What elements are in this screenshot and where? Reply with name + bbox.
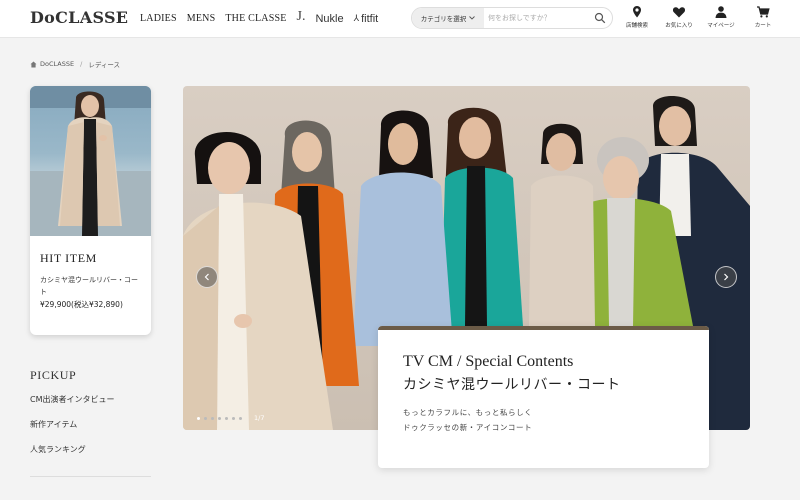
store-search-button[interactable]: 店舗検索 [620,5,654,29]
chevron-down-icon [469,16,476,20]
fitfit-mark-icon: ⅄ [353,13,360,23]
breadcrumb-home[interactable]: DoCLASSE [30,60,74,68]
breadcrumb: DoCLASSE / レディース [30,59,120,69]
carousel-dot[interactable] [211,416,214,420]
nav-the-classe[interactable]: THE CLASSE [225,13,286,24]
pickup-item-interview[interactable]: CM出演者インタビュー [30,394,115,419]
person-icon [715,6,727,18]
hit-item-photo [30,86,151,236]
search-bar: カテゴリを選択 [411,7,613,29]
carousel-dot[interactable] [197,416,200,420]
breadcrumb-home-label: DoCLASSE [40,60,75,68]
main-nav: LADIES MENS THE CLASSE J. Nukle ⅄ fitfit [140,9,379,25]
store-search-icon [633,6,641,18]
site-header: DoCLASSE LADIES MENS THE CLASSE J. Nukle… [0,0,800,38]
pickup-item-ranking[interactable]: 人気ランキング [30,444,115,469]
brand-nukle-logo[interactable]: Nukle [315,13,343,25]
carousel-next-button[interactable] [715,266,737,288]
nav-mens[interactable]: MENS [187,13,216,24]
caption-accent-bar [378,326,709,330]
hit-item-title: HIT ITEM [40,251,97,265]
category-select-label: カテゴリを選択 [420,15,467,23]
home-icon [30,61,37,67]
carousel-dot[interactable] [239,416,242,420]
header-icons: 店舗検索 お気に入り マイページ カート [620,5,780,29]
pickup-list: CM出演者インタビュー 新作アイテム 人気ランキング [30,394,115,469]
carousel-indicators: 1/7 [197,414,264,422]
brand-fitfit-logo[interactable]: ⅄ fitfit [354,13,379,25]
hero-caption-card[interactable]: TV CM / Special Contents カシミヤ混ウールリバー・コート… [378,326,709,468]
brand-j-logo[interactable]: J. [297,9,306,25]
chevron-left-icon [204,273,209,281]
chevron-right-icon [724,273,729,281]
nav-ladies[interactable]: LADIES [140,13,177,24]
pickup-divider [30,476,151,477]
caption-title: TV CM / Special Contents [403,353,574,370]
carousel-counter: 1/7 [254,414,265,422]
hit-item-card[interactable]: HIT ITEM カシミヤ混ウールリバー・コート ¥29,900(税込¥32,8… [30,86,151,335]
brand-fitfit-label: fitfit [361,12,379,25]
caption-description-1: もっとカラフルに、もっと私らしく [403,408,533,417]
favorites-label: お気に入り [665,23,693,29]
breadcrumb-separator: / [80,60,83,68]
store-search-label: 店舗検索 [625,23,648,29]
search-input[interactable] [488,10,588,26]
hit-item-price: ¥29,900(税込¥32,890) [40,300,123,309]
caption-description-2: ドゥクラッセの新・アイコンコート [403,423,533,432]
mypage-button[interactable]: マイページ [704,5,738,29]
mypage-label: マイページ [707,23,735,29]
caption-subtitle: カシミヤ混ウールリバー・コート [403,377,621,393]
carousel-prev-button[interactable] [196,266,218,288]
category-select[interactable]: カテゴリを選択 [412,8,484,28]
cart-icon [757,6,770,18]
carousel-dot[interactable] [204,416,207,420]
favorites-button[interactable]: お気に入り [662,5,696,29]
breadcrumb-current: レディース [88,61,121,69]
carousel-dot[interactable] [225,416,228,420]
pickup-item-new-arrivals[interactable]: 新作アイテム [30,419,115,444]
heart-icon [672,7,686,18]
cart-label: カート [754,23,772,29]
site-logo[interactable]: DoCLASSE [30,8,128,27]
carousel-dot[interactable] [218,416,221,420]
hit-item-name: カシミヤ混ウールリバー・コート [40,276,138,296]
hit-item-model-image [30,86,151,236]
pickup-title: PICKUP [30,368,77,382]
cart-button[interactable]: カート [746,5,780,29]
search-icon[interactable] [594,12,606,24]
carousel-dot[interactable] [232,416,235,420]
